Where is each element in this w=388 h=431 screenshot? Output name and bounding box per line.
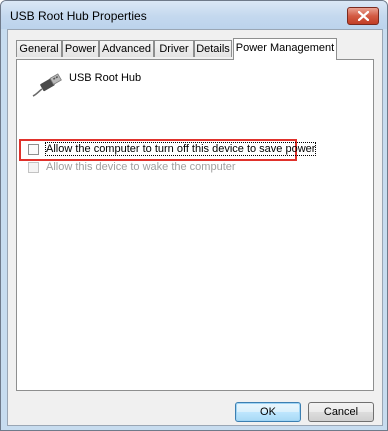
allow-power-off-label[interactable]: Allow the computer to turn off this devi… xyxy=(44,142,317,156)
title-bar[interactable]: USB Root Hub Properties xyxy=(1,1,387,29)
allow-wake-label: Allow this device to wake the computer xyxy=(46,161,236,173)
device-name: USB Root Hub xyxy=(69,72,142,84)
properties-dialog: USB Root Hub Properties General Power Ad… xyxy=(0,0,388,431)
tab-power[interactable]: Power xyxy=(62,40,99,57)
tab-advanced[interactable]: Advanced xyxy=(99,40,154,57)
tab-driver[interactable]: Driver xyxy=(154,40,194,57)
power-management-panel: USB Root Hub Allow the computer to turn … xyxy=(16,59,374,391)
window-title: USB Root Hub Properties xyxy=(10,9,147,23)
usb-plug-icon xyxy=(32,73,62,97)
tab-general[interactable]: General xyxy=(16,40,62,57)
allow-wake-checkbox xyxy=(28,162,39,173)
allow-power-off-checkbox[interactable] xyxy=(28,144,39,155)
close-icon xyxy=(358,11,369,21)
close-button[interactable] xyxy=(347,7,379,25)
tab-power-management[interactable]: Power Management xyxy=(233,38,337,60)
dialog-body: General Power Advanced Driver Details Po… xyxy=(7,29,383,426)
tab-details[interactable]: Details xyxy=(194,40,232,57)
ok-button[interactable]: OK xyxy=(235,402,301,422)
cancel-button[interactable]: Cancel xyxy=(308,402,374,422)
